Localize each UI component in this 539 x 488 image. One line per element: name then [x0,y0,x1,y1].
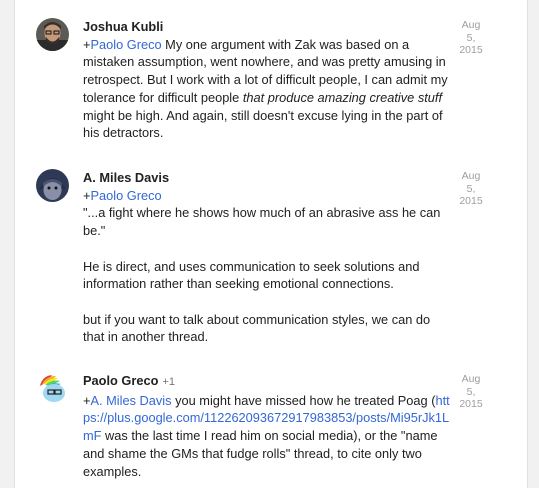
avatar-a-miles-davis[interactable] [36,169,69,202]
comment-author[interactable]: Joshua Kubli [83,19,163,34]
mention-link[interactable]: Paolo Greco [90,37,161,52]
comment-paragraph: but if you want to talk about communicat… [83,311,431,345]
comment-date[interactable]: Aug 5, 2015 [453,19,489,57]
comment-date[interactable]: Aug 5, 2015 [453,170,489,208]
comment-author[interactable]: A. Miles Davis [83,170,169,185]
comment-paragraph: "...a fight where he shows how much of a… [83,205,441,239]
mention-link[interactable]: Paolo Greco [90,188,161,203]
avatar-joshua-kubli[interactable] [36,18,69,51]
avatar-photo-icon [36,18,69,51]
comment-body: +Paolo Greco My one argument with Zak wa… [83,36,448,141]
comment-date[interactable]: Aug 5, 2015 [453,373,489,411]
mention-link[interactable]: A. Miles Davis [90,393,171,408]
avatar-paolo-greco[interactable] [36,372,69,405]
comments-card: Joshua Kubli +Paolo Greco My one argumen… [14,0,528,488]
avatar-pony-icon [36,372,69,405]
comment-paragraph: He is direct, and uses communication to … [83,258,420,292]
comment-mention-line: +Paolo Greco [83,187,162,203]
comment-author[interactable]: Paolo Greco [83,373,158,388]
comment-body: +A. Miles Davis you might have missed ho… [83,392,450,479]
plus-one-count[interactable]: +1 [162,376,175,388]
avatar-wizard-icon [36,169,69,202]
